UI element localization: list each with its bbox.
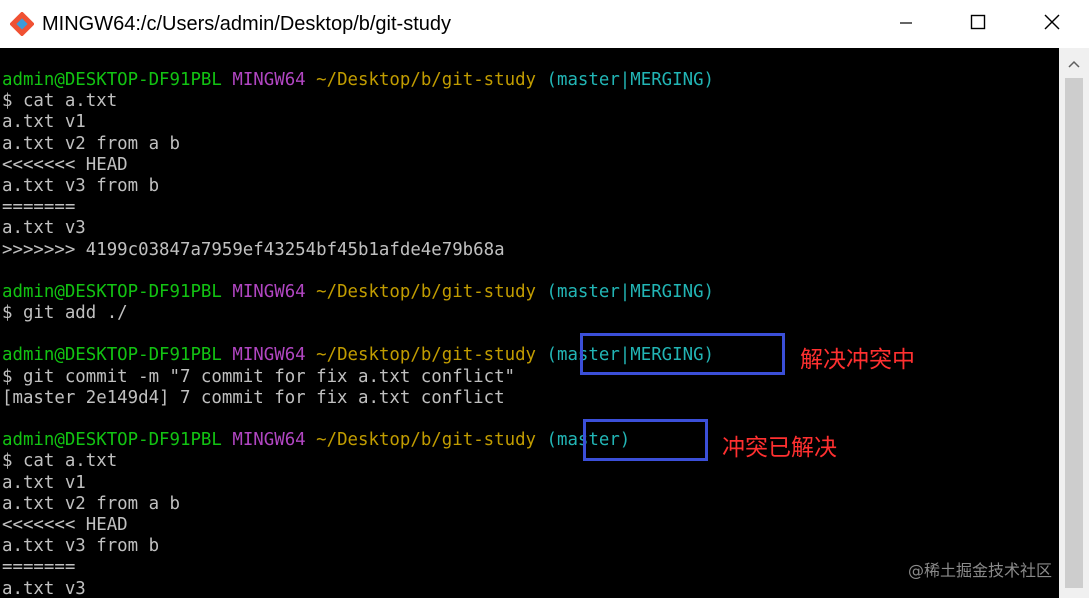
output-line: a.txt v1 — [2, 112, 86, 133]
prompt-env: MINGW64 — [232, 430, 306, 451]
watermark: @稀土掘金技术社区 — [908, 561, 1053, 580]
terminal-window: MINGW64:/c/Users/admin/Desktop/b/git-stu… — [0, 0, 1089, 598]
git-bash-icon — [9, 11, 35, 37]
vertical-scrollbar[interactable] — [1059, 48, 1089, 598]
output-line: a.txt v2 from a b — [2, 493, 180, 514]
close-icon — [1044, 14, 1060, 34]
chevron-up-icon — [1068, 53, 1080, 72]
output-line: a.txt v3 — [2, 578, 86, 598]
prompt-branch: (master|MERGING) — [546, 70, 715, 90]
annotation-resolved: 冲突已解决 — [722, 435, 837, 461]
minimize-button[interactable] — [870, 0, 942, 48]
scroll-up-button[interactable] — [1059, 48, 1089, 76]
output-line: ======= — [2, 197, 76, 218]
prompt-user: admin@DESKTOP-DF91PBL — [2, 281, 222, 302]
window-title: MINGW64:/c/Users/admin/Desktop/b/git-stu… — [42, 13, 452, 35]
highlight-box-merging — [580, 333, 785, 375]
output-line: a.txt v1 — [2, 472, 86, 493]
prompt-user: admin@DESKTOP-DF91PBL — [2, 70, 222, 90]
output-line: >>>>>>> 4199c03847a7959ef43254bf45b1afde… — [2, 239, 505, 260]
output-line: <<<<<<< HEAD — [2, 154, 128, 175]
prompt-path: ~/Desktop/b/git-study — [316, 70, 537, 90]
minimize-icon — [899, 15, 913, 34]
output-line: a.txt v3 — [2, 218, 86, 239]
prompt-env: MINGW64 — [232, 281, 306, 302]
output-line: $ git add ./ — [2, 303, 128, 324]
output-line: [master 2e149d4] 7 commit for fix a.txt … — [2, 387, 505, 408]
prompt-line: admin@DESKTOP-DF91PBL MINGW64 ~/Desktop/… — [2, 70, 714, 91]
output-line: ======= — [2, 557, 76, 578]
output-line: <<<<<<< HEAD — [2, 514, 128, 535]
terminal-output[interactable]: admin@DESKTOP-DF91PBL MINGW64 ~/Desktop/… — [0, 48, 1059, 598]
output-line: a.txt v3 from b — [2, 536, 160, 557]
output-line: a.txt v3 from b — [2, 175, 160, 196]
output-line: a.txt v2 from a b — [2, 133, 180, 154]
prompt-path: ~/Desktop/b/git-study — [316, 430, 537, 451]
prompt-user: admin@DESKTOP-DF91PBL — [2, 430, 222, 451]
prompt-branch: (master|MERGING) — [546, 281, 715, 302]
prompt-user: admin@DESKTOP-DF91PBL — [2, 345, 222, 366]
title-bar[interactable]: MINGW64:/c/Users/admin/Desktop/b/git-stu… — [0, 0, 1089, 48]
scroll-thumb[interactable] — [1065, 78, 1083, 588]
close-button[interactable] — [1014, 0, 1089, 48]
output-line: $ cat a.txt — [2, 91, 118, 112]
prompt-path: ~/Desktop/b/git-study — [316, 345, 537, 366]
prompt-env: MINGW64 — [232, 70, 306, 90]
prompt-path: ~/Desktop/b/git-study — [316, 281, 537, 302]
highlight-box-master — [583, 419, 708, 461]
prompt-line: admin@DESKTOP-DF91PBL MINGW64 ~/Desktop/… — [2, 282, 714, 303]
prompt-env: MINGW64 — [232, 345, 306, 366]
maximize-button[interactable] — [942, 0, 1014, 48]
annotation-resolving: 解决冲突中 — [800, 347, 915, 373]
maximize-icon — [970, 14, 986, 34]
